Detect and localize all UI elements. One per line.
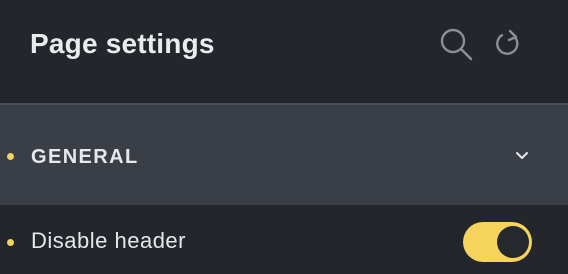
page-title: Page settings bbox=[30, 28, 215, 59]
setting-label: Disable header bbox=[31, 228, 186, 253]
refresh-button[interactable] bbox=[490, 26, 526, 62]
modified-indicator-dot bbox=[7, 239, 14, 246]
section-general-header[interactable]: GENERAL bbox=[0, 105, 568, 205]
modified-indicator-dot bbox=[7, 153, 14, 160]
search-icon bbox=[440, 28, 473, 61]
toggle-knob bbox=[497, 226, 529, 258]
section-label: GENERAL bbox=[31, 146, 139, 168]
disable-header-toggle[interactable] bbox=[463, 222, 532, 262]
setting-row-disable-header: Disable header bbox=[0, 205, 568, 274]
search-button[interactable] bbox=[438, 26, 474, 62]
settings-header: Page settings bbox=[0, 0, 568, 103]
chevron-down-icon bbox=[516, 152, 528, 159]
refresh-icon bbox=[496, 29, 519, 55]
